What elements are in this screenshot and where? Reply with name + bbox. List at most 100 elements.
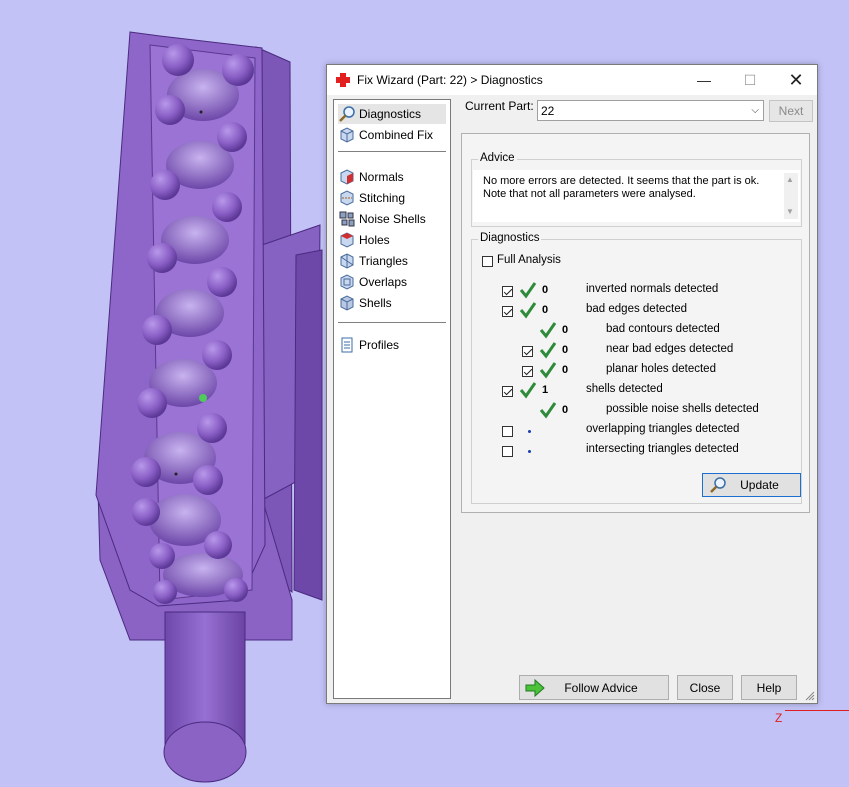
nav-item-overlaps[interactable]: Overlaps xyxy=(338,272,446,292)
nav-label: Shells xyxy=(359,296,392,310)
green-check-icon xyxy=(539,362,557,379)
near-bad-edges-label: near bad edges detected xyxy=(606,343,734,355)
help-button[interactable]: Help xyxy=(741,675,797,700)
full-analysis-checkbox[interactable] xyxy=(482,256,493,267)
nav-label: Noise Shells xyxy=(359,212,426,226)
pending-dot-icon xyxy=(528,450,531,453)
nav-item-shells[interactable]: Shells xyxy=(338,293,446,313)
scroll-up-icon[interactable]: ▲ xyxy=(786,175,794,184)
advice-text-box[interactable]: No more errors are detected. It seems th… xyxy=(473,170,800,222)
inverted-normals-label: inverted normals detected xyxy=(586,283,719,295)
green-check-icon xyxy=(539,402,557,419)
scroll-down-icon[interactable]: ▼ xyxy=(786,207,794,216)
overlapping-triangles-label: overlapping triangles detected xyxy=(586,423,740,435)
shells-count: 1 xyxy=(542,384,549,396)
cube-icon xyxy=(340,127,354,143)
nav-label: Normals xyxy=(359,170,404,184)
triangles-cube-icon xyxy=(340,253,354,269)
nav-item-holes[interactable]: Holes xyxy=(338,230,446,250)
close-window-button[interactable]: ✕ xyxy=(773,65,819,95)
bad-contours-count: 0 xyxy=(562,324,569,336)
current-part-select[interactable]: 22 ⌵ xyxy=(537,100,764,121)
green-check-icon xyxy=(539,342,557,359)
nav-item-diagnostics[interactable]: Diagnostics xyxy=(338,104,446,124)
green-arrow-icon xyxy=(525,679,545,697)
dialog-title: Fix Wizard (Part: 22) > Diagnostics xyxy=(357,73,543,87)
fix-wizard-dialog: Fix Wizard (Part: 22) > Diagnostics — ☐ … xyxy=(326,64,818,704)
overlaps-cube-icon xyxy=(340,274,354,290)
red-cross-icon xyxy=(336,73,350,87)
bad-edges-label: bad edges detected xyxy=(586,303,688,315)
shells-cube-icon xyxy=(340,295,354,311)
planar-holes-label: planar holes detected xyxy=(606,363,716,375)
full-analysis-label: Full Analysis xyxy=(497,254,561,266)
normals-cube-icon xyxy=(340,169,354,185)
resize-grip-icon[interactable] xyxy=(805,691,815,701)
nav-item-stitching[interactable]: Stitching xyxy=(338,188,446,208)
next-button[interactable]: Next xyxy=(769,100,813,122)
nav-item-noise-shells[interactable]: Noise Shells xyxy=(338,209,446,229)
nav-label: Combined Fix xyxy=(359,128,434,142)
advice-title: Advice xyxy=(478,152,517,164)
diagnostics-panel: Advice No more errors are detected. It s… xyxy=(461,133,810,513)
current-part-label: Current Part: xyxy=(465,99,534,113)
green-check-icon xyxy=(519,282,537,299)
follow-advice-button[interactable]: Follow Advice xyxy=(519,675,669,700)
inverted-normals-count: 0 xyxy=(542,284,549,296)
noise-shells-label: possible noise shells detected xyxy=(606,403,759,415)
title-bar[interactable]: Fix Wizard (Part: 22) > Diagnostics — ☐ … xyxy=(327,65,817,95)
advice-scrollbar[interactable]: ▲ ▼ xyxy=(784,173,798,219)
inverted-normals-checkbox[interactable] xyxy=(502,286,513,297)
diagnostics-title: Diagnostics xyxy=(478,232,542,244)
near-bad-edges-count: 0 xyxy=(562,344,569,356)
green-check-icon xyxy=(539,322,557,339)
advice-group: Advice No more errors are detected. It s… xyxy=(471,152,802,227)
update-label: Update xyxy=(740,478,779,492)
axis-line xyxy=(785,710,849,711)
magnifier-icon xyxy=(339,106,355,122)
maximize-button[interactable]: ☐ xyxy=(727,65,773,95)
green-check-icon xyxy=(519,302,537,319)
follow-advice-label: Follow Advice xyxy=(564,680,638,695)
planar-holes-checkbox[interactable] xyxy=(522,366,533,377)
advice-line: Note that not all parameters were analys… xyxy=(483,188,696,200)
z-axis-label: Z xyxy=(775,711,783,725)
nav-item-triangles[interactable]: Triangles xyxy=(338,251,446,271)
overlapping-triangles-checkbox[interactable] xyxy=(502,426,513,437)
nav-label: Holes xyxy=(359,233,390,247)
nav-separator xyxy=(338,151,446,152)
nav-label: Overlaps xyxy=(359,275,408,289)
nav-item-normals[interactable]: Normals xyxy=(338,167,446,187)
magnifier-icon xyxy=(710,477,726,493)
shells-label: shells detected xyxy=(586,383,663,395)
intersecting-triangles-checkbox[interactable] xyxy=(502,446,513,457)
diagnostics-group: Diagnostics Full Analysis 0 inverted nor… xyxy=(471,232,802,504)
nav-label: Stitching xyxy=(359,191,406,205)
intersecting-triangles-label: intersecting triangles detected xyxy=(586,443,739,455)
minimize-button[interactable]: — xyxy=(681,65,727,95)
document-icon xyxy=(341,337,353,353)
planar-holes-count: 0 xyxy=(562,364,569,376)
near-bad-edges-checkbox[interactable] xyxy=(522,346,533,357)
bad-edges-checkbox[interactable] xyxy=(502,306,513,317)
holes-cube-icon xyxy=(340,232,354,248)
nav-separator xyxy=(338,322,446,323)
nav-label: Triangles xyxy=(359,254,408,268)
bad-contours-label: bad contours detected xyxy=(606,323,720,335)
nav-item-combined-fix[interactable]: Combined Fix xyxy=(338,125,446,145)
shells-checkbox[interactable] xyxy=(502,386,513,397)
nav-label: Diagnostics xyxy=(359,107,422,121)
pending-dot-icon xyxy=(528,430,531,433)
bad-edges-count: 0 xyxy=(542,304,549,316)
update-button[interactable]: Update xyxy=(702,473,801,497)
noise-shells-icon xyxy=(339,211,355,227)
nav-item-profiles[interactable]: Profiles xyxy=(338,335,446,355)
wizard-nav: Diagnostics Combined Fix Normals Stitchi… xyxy=(333,99,451,699)
stitching-cube-icon xyxy=(340,190,354,206)
advice-line: No more errors are detected. It seems th… xyxy=(483,175,760,187)
close-button[interactable]: Close xyxy=(677,675,733,700)
noise-shells-count: 0 xyxy=(562,404,569,416)
green-check-icon xyxy=(519,382,537,399)
chevron-down-icon: ⌵ xyxy=(751,105,759,116)
current-part-value: 22 xyxy=(541,104,555,118)
